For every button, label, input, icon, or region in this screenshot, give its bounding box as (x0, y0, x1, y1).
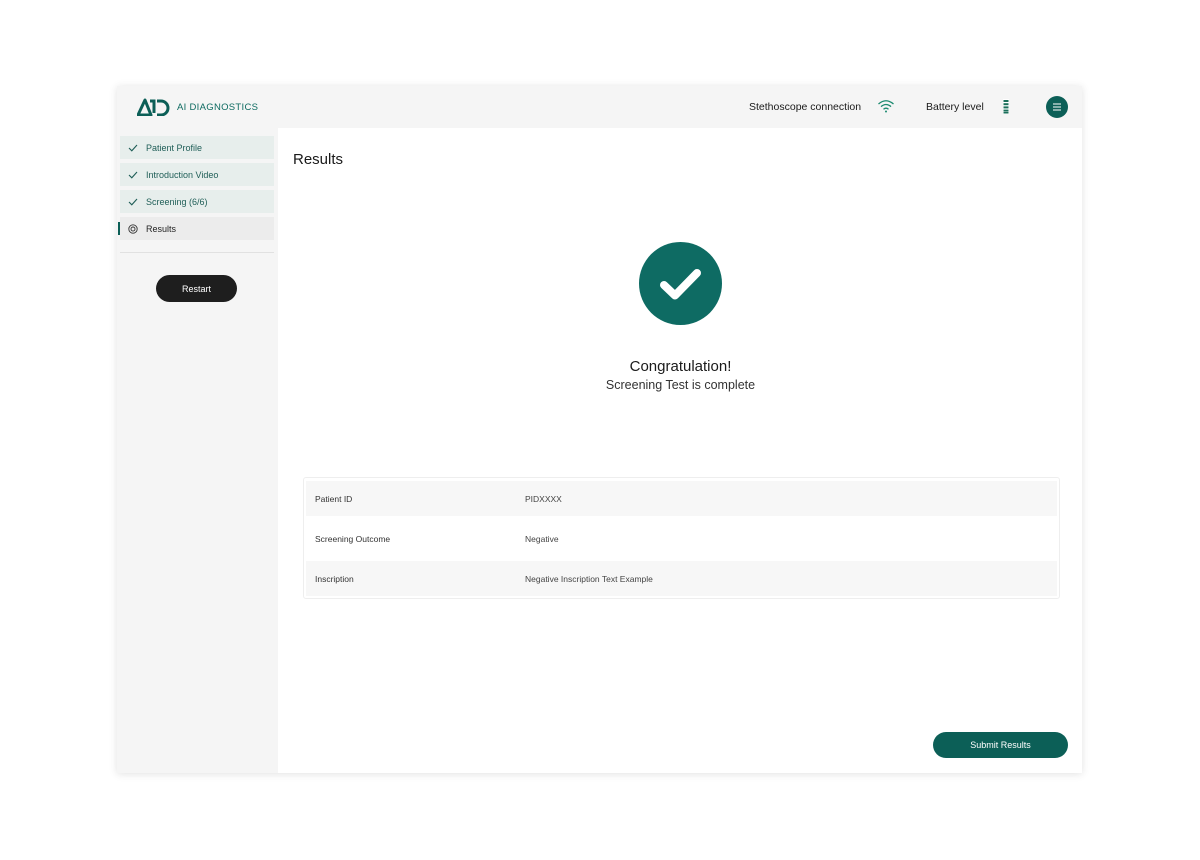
wifi-icon (878, 100, 894, 113)
check-icon (128, 142, 139, 153)
app-window: AI DIAGNOSTICS Stethoscope connection Ba… (117, 86, 1082, 773)
table-row: Patient ID PIDXXXX (306, 481, 1057, 516)
sidebar-item-patient-profile[interactable]: Patient Profile (120, 136, 274, 159)
top-header: AI DIAGNOSTICS Stethoscope connection Ba… (117, 86, 1082, 128)
row-key: Inscription (315, 573, 354, 584)
sidebar-divider (120, 252, 274, 253)
sidebar-item-screening[interactable]: Screening (6/6) (120, 190, 274, 213)
sidebar-item-label: Screening (6/6) (146, 196, 208, 207)
battery-icon (1003, 99, 1009, 114)
row-value: Negative Inscription Text Example (525, 573, 653, 584)
page-title: Results (293, 151, 344, 168)
target-icon (128, 223, 139, 234)
sidebar-item-results[interactable]: Results (118, 217, 274, 240)
check-icon (128, 196, 139, 207)
congrats-title: Congratulation! (629, 358, 732, 375)
congrats-subtitle: Screening Test is complete (605, 378, 756, 392)
menu-icon (1053, 103, 1061, 111)
row-key: Screening Outcome (315, 533, 391, 544)
sidebar-item-label: Introduction Video (146, 169, 219, 180)
menu-button[interactable] (1046, 96, 1068, 118)
battery-level-label: Battery level (926, 101, 984, 113)
check-icon (128, 169, 139, 180)
row-key: Patient ID (315, 493, 353, 504)
sidebar: Patient Profile Introduction Video Scree… (117, 128, 278, 773)
row-value: PIDXXXX (525, 493, 562, 504)
restart-button[interactable]: Restart (156, 275, 237, 302)
sidebar-item-label: Patient Profile (146, 142, 203, 153)
stethoscope-connection-label: Stethoscope connection (749, 101, 862, 113)
row-value: Negative (525, 533, 559, 544)
table-row: Inscription Negative Inscription Text Ex… (306, 561, 1057, 596)
sidebar-item-label: Results (146, 223, 177, 234)
brand-name: AI DIAGNOSTICS (177, 101, 259, 113)
brand-logo: AI DIAGNOSTICS (137, 98, 258, 116)
table-row: Screening Outcome Negative (306, 521, 1057, 556)
success-check-icon (639, 242, 722, 325)
logo-mark-icon (137, 98, 170, 116)
submit-results-button[interactable]: Submit Results (933, 732, 1068, 758)
sidebar-item-introduction-video[interactable]: Introduction Video (120, 163, 274, 186)
results-table: Patient ID PIDXXXX Screening Outcome Neg… (303, 477, 1060, 599)
